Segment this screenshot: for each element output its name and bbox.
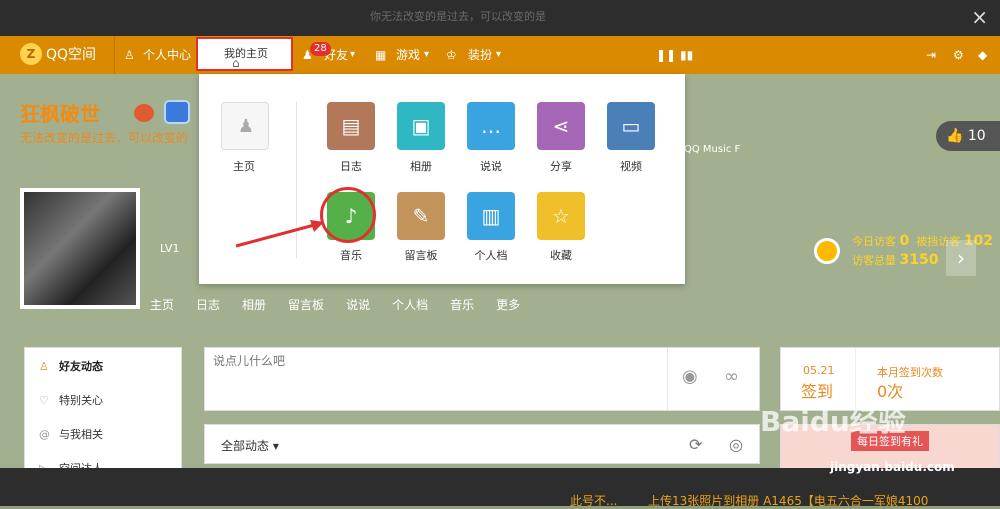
subnav-home[interactable]: 主页 — [150, 296, 174, 313]
refresh-icon[interactable]: ⟳ — [689, 435, 702, 454]
message-board-icon[interactable]: ✎ — [397, 192, 445, 240]
blog-icon[interactable]: ▤ — [327, 102, 375, 150]
nav-dressup[interactable]: 装扮 — [468, 36, 492, 74]
bottom-text-2: 上传13张照片到相册 A1465【电五六合一军娘4100 — [648, 494, 929, 508]
share-icon[interactable]: ⋖ — [537, 102, 585, 150]
post-tools: ◉ ∞ — [667, 348, 759, 410]
nav-friends-icon: ♟ — [302, 48, 313, 62]
today-visitors-label: 今日访客 — [852, 235, 896, 248]
menu-special-care[interactable]: ♡ 特别关心 — [39, 392, 103, 412]
baidu-watermark: Baidu经验 jingyan.baidu.com — [760, 400, 1000, 474]
settings-icon[interactable]: ◎ — [729, 435, 743, 454]
signin-button[interactable]: 签到 — [801, 378, 833, 402]
nav-my-homepage[interactable]: ⌂ 我的主页 — [196, 37, 293, 71]
bars-icon[interactable]: ▮▮ — [680, 36, 693, 74]
feed-filter[interactable]: 全部动态 ▾ — [221, 437, 279, 454]
subnav-more[interactable]: 更多 — [496, 296, 520, 313]
tile-music-label: 音乐 — [340, 249, 362, 262]
post-composer[interactable]: 说点儿什么吧 ◉ ∞ — [204, 347, 760, 411]
subnav-shuoshuo[interactable]: 说说 — [346, 296, 370, 313]
logout-icon[interactable]: ⇥ — [926, 36, 936, 74]
avatar-image — [24, 192, 136, 305]
tile-album-label: 相册 — [410, 160, 432, 173]
logo-text[interactable]: QQ空间 — [46, 36, 96, 74]
eye-icon — [814, 238, 840, 264]
nav-user-icon: ♙ — [124, 48, 135, 62]
dropdown-home-button[interactable]: ♟ — [221, 102, 269, 150]
diamond-icon[interactable]: ◆ — [978, 36, 987, 74]
nav-personal-center[interactable]: 个人中心 — [143, 36, 191, 74]
heart-icon: ♡ — [39, 394, 49, 407]
chevron-down-icon: ▾ — [496, 49, 502, 60]
person-icon: ♟ — [237, 116, 255, 137]
pause-icon[interactable]: ❚❚ — [656, 36, 676, 74]
friends-icon: ♙ — [39, 360, 49, 373]
shirt-icon: ♔ — [446, 48, 457, 62]
signin-date: 05.21 — [803, 364, 835, 377]
like-count: 10 — [967, 128, 986, 144]
music-player-title[interactable]: QQ Music F — [684, 144, 740, 155]
dropdown-home-label: 主页 — [233, 160, 255, 173]
total-label: 访客总量 — [852, 254, 896, 267]
video-icon[interactable]: ▭ — [607, 102, 655, 150]
today-visitors: 0 — [899, 233, 910, 249]
post-placeholder: 说点儿什么吧 — [213, 354, 286, 368]
gear-icon[interactable]: ⚙ — [953, 36, 964, 74]
annotation-arrow — [235, 220, 324, 248]
watermark-url: jingyan.baidu.com — [830, 460, 955, 474]
total-visitors: 3150 — [899, 252, 939, 268]
vip-badge-icon[interactable] — [164, 100, 190, 124]
signin-month-count: 0次 — [877, 382, 904, 401]
camera-icon[interactable]: ◉ — [682, 366, 698, 387]
qzone-logo-icon[interactable]: Z — [20, 43, 42, 65]
profile-card-icon[interactable]: ▥ — [467, 192, 515, 240]
nav-divider — [114, 36, 115, 74]
close-icon[interactable]: × — [971, 5, 988, 29]
homepage-dropdown: ♟ 主页 ▤ 日志 ▣ 相册 … 说说 ⋖ 分享 ▭ 视频 ♪ 音乐 ✎ 留言板… — [199, 74, 685, 284]
games-icon: ▦ — [375, 48, 387, 62]
thumb-icon: 👍 — [946, 128, 964, 144]
level-badge: LV1 — [160, 242, 180, 255]
tile-blog-label: 日志 — [340, 160, 362, 173]
tile-share-label: 分享 — [550, 160, 572, 173]
subnav-blog[interactable]: 日志 — [196, 296, 220, 313]
at-icon: @ — [39, 428, 50, 441]
subnav-music[interactable]: 音乐 — [450, 296, 474, 313]
medal-icon[interactable] — [134, 104, 154, 122]
watermark-main: Baidu经验 — [760, 405, 906, 438]
menu-related[interactable]: @ 与我相关 — [39, 426, 103, 446]
left-menu: ♙好友动态 ♡特别关心 @与我相关 ▷空间达人 — [24, 347, 182, 477]
profile-subnav: 主页 日志 相册 留言板 说说 个人档 音乐 更多 — [150, 296, 542, 313]
chevron-down-icon: ▾ — [350, 49, 356, 60]
album-icon[interactable]: ▣ — [397, 102, 445, 150]
star-icon[interactable]: ☆ — [537, 192, 585, 240]
chevron-right-icon[interactable]: › — [946, 240, 976, 276]
shuoshuo-icon[interactable]: … — [467, 102, 515, 150]
tile-video-label: 视频 — [620, 160, 642, 173]
subnav-board[interactable]: 留言板 — [288, 296, 324, 313]
tile-favorites-label: 收藏 — [550, 249, 572, 262]
feed-header: 全部动态 ▾ ⟳ ◎ — [204, 424, 760, 464]
profile-motto: 无法改变的是过去，可以改变的 — [20, 131, 189, 145]
bottom-text-1: 此号不... — [570, 494, 618, 508]
top-hint: 你无法改变的是过去，可以改变的是 — [370, 10, 546, 23]
friends-badge: 28 — [310, 42, 331, 56]
like-button[interactable]: 👍 10 — [936, 121, 1000, 151]
menu-friend-feed[interactable]: ♙ 好友动态 — [39, 358, 103, 378]
nav-games[interactable]: 游戏 — [396, 36, 420, 74]
tile-shuoshuo-label: 说说 — [480, 160, 502, 173]
link-icon[interactable]: ∞ — [724, 366, 739, 387]
tile-board-label: 留言板 — [404, 249, 438, 262]
navbar: Z QQ空间 ♙ 个人中心 ♟ 好友 ▾ ▦ 游戏 ▾ ♔ 装扮 ▾ ❚❚ ▮▮… — [0, 36, 1000, 102]
profile-name: 狂枫破世 — [20, 102, 100, 126]
profile-avatar[interactable] — [20, 188, 140, 309]
tile-profile-label: 个人档 — [474, 249, 508, 262]
subnav-profile[interactable]: 个人档 — [392, 296, 428, 313]
chevron-down-icon: ▾ — [424, 49, 430, 60]
subnav-album[interactable]: 相册 — [242, 296, 266, 313]
top-strip: 你无法改变的是过去，可以改变的是 × — [0, 0, 1000, 36]
